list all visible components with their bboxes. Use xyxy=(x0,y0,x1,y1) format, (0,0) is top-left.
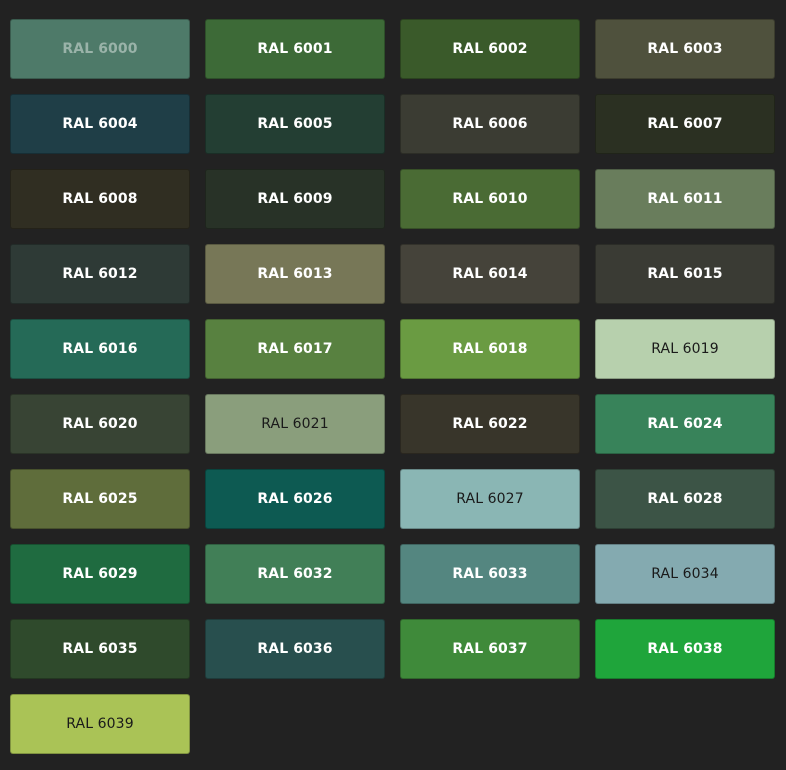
swatch-label: RAL 6000 xyxy=(62,41,138,57)
swatch-label: RAL 6012 xyxy=(62,266,138,282)
swatch-label: RAL 6026 xyxy=(257,491,333,507)
swatch-label: RAL 6034 xyxy=(651,566,719,582)
swatch-label: RAL 6015 xyxy=(647,266,723,282)
swatch-label: RAL 6008 xyxy=(62,191,138,207)
color-swatch-ral-6027[interactable]: RAL 6027 xyxy=(400,469,580,529)
color-swatch-ral-6024[interactable]: RAL 6024 xyxy=(595,394,775,454)
color-swatch-ral-6013[interactable]: RAL 6013 xyxy=(205,244,385,304)
swatch-label: RAL 6020 xyxy=(62,416,138,432)
swatch-label: RAL 6010 xyxy=(452,191,528,207)
swatch-label: RAL 6027 xyxy=(456,491,524,507)
swatch-label: RAL 6028 xyxy=(647,491,723,507)
color-swatch-ral-6010[interactable]: RAL 6010 xyxy=(400,169,580,229)
color-swatch-ral-6011[interactable]: RAL 6011 xyxy=(595,169,775,229)
swatch-label: RAL 6037 xyxy=(452,641,528,657)
swatch-label: RAL 6011 xyxy=(647,191,723,207)
color-swatch-ral-6003[interactable]: RAL 6003 xyxy=(595,19,775,79)
swatch-label: RAL 6018 xyxy=(452,341,528,357)
color-swatch-ral-6020[interactable]: RAL 6020 xyxy=(10,394,190,454)
color-swatch-ral-6005[interactable]: RAL 6005 xyxy=(205,94,385,154)
swatch-label: RAL 6013 xyxy=(257,266,333,282)
swatch-label: RAL 6029 xyxy=(62,566,138,582)
swatch-label: RAL 6019 xyxy=(651,341,719,357)
swatch-label: RAL 6036 xyxy=(257,641,333,657)
color-swatch-ral-6004[interactable]: RAL 6004 xyxy=(10,94,190,154)
color-swatch-ral-6009[interactable]: RAL 6009 xyxy=(205,169,385,229)
swatch-label: RAL 6025 xyxy=(62,491,138,507)
swatch-label: RAL 6005 xyxy=(257,116,333,132)
color-swatch-ral-6008[interactable]: RAL 6008 xyxy=(10,169,190,229)
color-swatch-ral-6035[interactable]: RAL 6035 xyxy=(10,619,190,679)
ral-green-palette: RAL 6000 RAL 6001 RAL 6002 RAL 6003 RAL 6004… xyxy=(0,0,786,770)
color-swatch-ral-6021[interactable]: RAL 6021 xyxy=(205,394,385,454)
swatch-label: RAL 6002 xyxy=(452,41,528,57)
swatch-label: RAL 6001 xyxy=(257,41,333,57)
swatch-label: RAL 6009 xyxy=(257,191,333,207)
swatch-label: RAL 6017 xyxy=(257,341,333,357)
color-swatch-ral-6017[interactable]: RAL 6017 xyxy=(205,319,385,379)
swatch-label: RAL 6039 xyxy=(66,716,134,732)
swatch-label: RAL 6007 xyxy=(647,116,723,132)
swatch-label: RAL 6006 xyxy=(452,116,528,132)
color-swatch-ral-6025[interactable]: RAL 6025 xyxy=(10,469,190,529)
color-swatch-ral-6033[interactable]: RAL 6033 xyxy=(400,544,580,604)
color-swatch-ral-6002[interactable]: RAL 6002 xyxy=(400,19,580,79)
color-swatch-ral-6015[interactable]: RAL 6015 xyxy=(595,244,775,304)
swatch-label: RAL 6033 xyxy=(452,566,528,582)
color-swatch-ral-6032[interactable]: RAL 6032 xyxy=(205,544,385,604)
swatch-label: RAL 6016 xyxy=(62,341,138,357)
swatch-label: RAL 6035 xyxy=(62,641,138,657)
color-swatch-ral-6019[interactable]: RAL 6019 xyxy=(595,319,775,379)
swatch-label: RAL 6004 xyxy=(62,116,138,132)
color-swatch-ral-6016[interactable]: RAL 6016 xyxy=(10,319,190,379)
swatch-label: RAL 6014 xyxy=(452,266,528,282)
color-swatch-ral-6029[interactable]: RAL 6029 xyxy=(10,544,190,604)
color-swatch-ral-6007[interactable]: RAL 6007 xyxy=(595,94,775,154)
color-swatch-ral-6014[interactable]: RAL 6014 xyxy=(400,244,580,304)
swatch-label: RAL 6038 xyxy=(647,641,723,657)
color-swatch-ral-6001[interactable]: RAL 6001 xyxy=(205,19,385,79)
swatch-label: RAL 6032 xyxy=(257,566,333,582)
swatch-label: RAL 6021 xyxy=(261,416,329,432)
color-swatch-ral-6039[interactable]: RAL 6039 xyxy=(10,694,190,754)
swatch-label: RAL 6024 xyxy=(647,416,723,432)
color-swatch-ral-6038[interactable]: RAL 6038 xyxy=(595,619,775,679)
color-swatch-ral-6012[interactable]: RAL 6012 xyxy=(10,244,190,304)
swatch-label: RAL 6022 xyxy=(452,416,528,432)
color-swatch-ral-6036[interactable]: RAL 6036 xyxy=(205,619,385,679)
color-swatch-ral-6022[interactable]: RAL 6022 xyxy=(400,394,580,454)
color-swatch-ral-6006[interactable]: RAL 6006 xyxy=(400,94,580,154)
color-swatch-ral-6034[interactable]: RAL 6034 xyxy=(595,544,775,604)
color-swatch-ral-6037[interactable]: RAL 6037 xyxy=(400,619,580,679)
swatch-label: RAL 6003 xyxy=(647,41,723,57)
color-swatch-ral-6028[interactable]: RAL 6028 xyxy=(595,469,775,529)
color-swatch-ral-6018[interactable]: RAL 6018 xyxy=(400,319,580,379)
color-swatch-ral-6026[interactable]: RAL 6026 xyxy=(205,469,385,529)
color-swatch-ral-6000[interactable]: RAL 6000 xyxy=(10,19,190,79)
